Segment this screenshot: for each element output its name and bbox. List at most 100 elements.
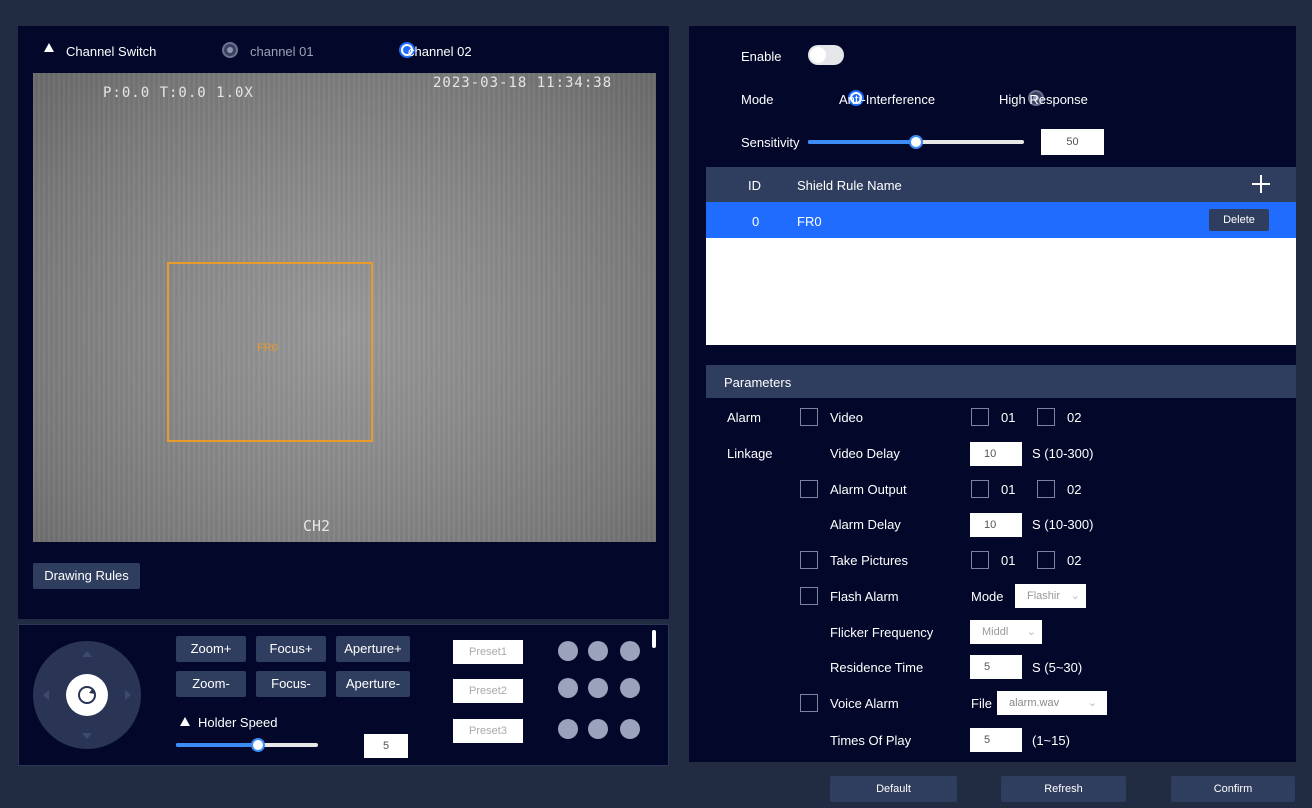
anti-interference-label[interactable]: Anti-Interference (839, 92, 935, 107)
confirm-button[interactable]: Confirm (1171, 776, 1295, 802)
channel-02-label[interactable]: channel 02 (408, 44, 472, 59)
alarm-output-01-checkbox[interactable] (971, 480, 989, 498)
shield-rule-table: ID Shield Rule Name 0 FR0 Delete (706, 167, 1296, 345)
collapse-triangle-icon[interactable] (44, 43, 54, 52)
col-id: ID (748, 178, 761, 193)
preset1-clear-icon[interactable] (620, 641, 640, 661)
default-button[interactable]: Default (830, 776, 957, 802)
osd-channel-text: CH2 (303, 517, 331, 535)
zoom-in-button[interactable]: Zoom+ (176, 636, 246, 662)
row-name: FR0 (797, 214, 822, 229)
voice-alarm-checkbox[interactable] (800, 694, 818, 712)
take-pictures-checkbox[interactable] (800, 551, 818, 569)
holder-speed-triangle-icon[interactable] (180, 717, 190, 726)
plus-icon[interactable] (1252, 175, 1270, 193)
video-delay-range: S (10-300) (1032, 446, 1094, 461)
video-checkbox[interactable] (800, 408, 818, 426)
refresh-button[interactable]: Refresh (1001, 776, 1126, 802)
video-delay-input[interactable]: 10 (970, 442, 1022, 466)
video-view[interactable]: P:0.0 T:0.0 1.0X 2023-03-18 11:34:38 FR0… (33, 73, 656, 542)
focus-in-button[interactable]: Focus+ (256, 636, 326, 662)
times-of-play-input[interactable]: 5 (970, 728, 1022, 752)
preset2-set-icon[interactable] (588, 678, 608, 698)
file-value: alarm.wav (1009, 697, 1060, 709)
delete-button[interactable]: Delete (1209, 209, 1269, 231)
osd-timestamp-text: 2023-03-18 11:34:38 (433, 75, 613, 91)
flicker-frequency-label: Flicker Frequency (830, 625, 934, 640)
preset2-input[interactable]: Preset2 (453, 679, 523, 703)
flash-mode-label: Mode (971, 589, 1004, 604)
preset3-call-icon[interactable] (558, 719, 578, 739)
ptz-down-arrow-icon[interactable] (82, 733, 92, 739)
video-02-checkbox[interactable] (1037, 408, 1055, 426)
chevron-down-icon: ⌄ (1070, 590, 1080, 602)
video-label: Video (830, 410, 864, 425)
high-response-label[interactable]: High Response (999, 92, 1088, 107)
row-id: 0 (752, 214, 760, 229)
residence-time-input[interactable]: 5 (970, 655, 1022, 679)
enable-toggle[interactable] (808, 45, 844, 65)
preset3-set-icon[interactable] (588, 719, 608, 739)
take-pictures-02-checkbox[interactable] (1037, 551, 1055, 569)
flash-mode-select[interactable]: Flashir ⌄ (1015, 584, 1086, 608)
shield-region-label: FR0 (257, 342, 278, 354)
times-of-play-label: Times Of Play (830, 733, 912, 748)
ptz-direction-pad[interactable] (33, 641, 141, 749)
times-of-play-range: (1~15) (1032, 733, 1070, 748)
video-delay-label: Video Delay (830, 446, 900, 461)
holder-speed-input[interactable]: 5 (364, 734, 408, 758)
ptz-left-arrow-icon[interactable] (43, 690, 49, 700)
alarm-output-checkbox[interactable] (800, 480, 818, 498)
ptz-center-button[interactable] (66, 674, 108, 716)
mode-label: Mode (741, 92, 774, 107)
sensitivity-knob[interactable] (909, 135, 923, 149)
table-row[interactable]: 0 FR0 Delete (706, 202, 1296, 238)
video-01-checkbox[interactable] (971, 408, 989, 426)
channel-01-radio[interactable] (222, 42, 238, 58)
aperture-out-button[interactable]: Aperture- (336, 671, 410, 697)
alarm-delay-input[interactable]: 10 (970, 513, 1022, 537)
alarm-output-01-label: 01 (1001, 482, 1016, 497)
alarm-output-02-checkbox[interactable] (1037, 480, 1055, 498)
linkage-label: Linkage (727, 446, 773, 461)
preset1-input[interactable]: Preset1 (453, 640, 523, 664)
file-label: File (971, 696, 992, 711)
zoom-out-button[interactable]: Zoom- (176, 671, 246, 697)
flash-alarm-label: Flash Alarm (830, 589, 899, 604)
preset2-call-icon[interactable] (558, 678, 578, 698)
voice-alarm-label: Voice Alarm (830, 696, 899, 711)
residence-time-range: S (5~30) (1032, 660, 1083, 675)
take-pictures-01-label: 01 (1001, 553, 1016, 568)
channel-switch-label: Channel Switch (66, 44, 157, 59)
sensitivity-slider[interactable] (808, 135, 1024, 149)
preset1-call-icon[interactable] (558, 641, 578, 661)
video-02-label: 02 (1067, 410, 1082, 425)
take-pictures-01-checkbox[interactable] (971, 551, 989, 569)
channel-01-label[interactable]: channel 01 (250, 44, 314, 59)
flash-alarm-checkbox[interactable] (800, 587, 818, 605)
holder-speed-slider[interactable] (176, 738, 318, 752)
preset-icons (558, 641, 648, 751)
sensitivity-input[interactable]: 50 (1041, 129, 1104, 155)
flicker-frequency-select[interactable]: Middl ⌄ (970, 620, 1042, 644)
drawing-rules-button[interactable]: Drawing Rules (33, 563, 140, 589)
osd-ptz-text: P:0.0 T:0.0 1.0X (103, 85, 254, 101)
table-header: ID Shield Rule Name (706, 167, 1296, 202)
aperture-in-button[interactable]: Aperture+ (336, 636, 410, 662)
chevron-down-icon: ⌄ (1087, 697, 1097, 709)
focus-out-button[interactable]: Focus- (256, 671, 326, 697)
preset3-clear-icon[interactable] (620, 719, 640, 739)
take-pictures-02-label: 02 (1067, 553, 1082, 568)
preset1-set-icon[interactable] (588, 641, 608, 661)
parameters-header: Parameters (706, 365, 1296, 398)
ptz-right-arrow-icon[interactable] (125, 690, 131, 700)
alarm-delay-label: Alarm Delay (830, 517, 901, 532)
ptz-up-arrow-icon[interactable] (82, 651, 92, 657)
flicker-frequency-value: Middl (982, 626, 1009, 638)
preset2-clear-icon[interactable] (620, 678, 640, 698)
file-select[interactable]: alarm.wav ⌄ (997, 691, 1107, 715)
ptz-scrollbar[interactable] (652, 630, 656, 648)
preset3-input[interactable]: Preset3 (453, 719, 523, 743)
holder-speed-knob[interactable] (251, 738, 265, 752)
alarm-label: Alarm (727, 410, 761, 425)
